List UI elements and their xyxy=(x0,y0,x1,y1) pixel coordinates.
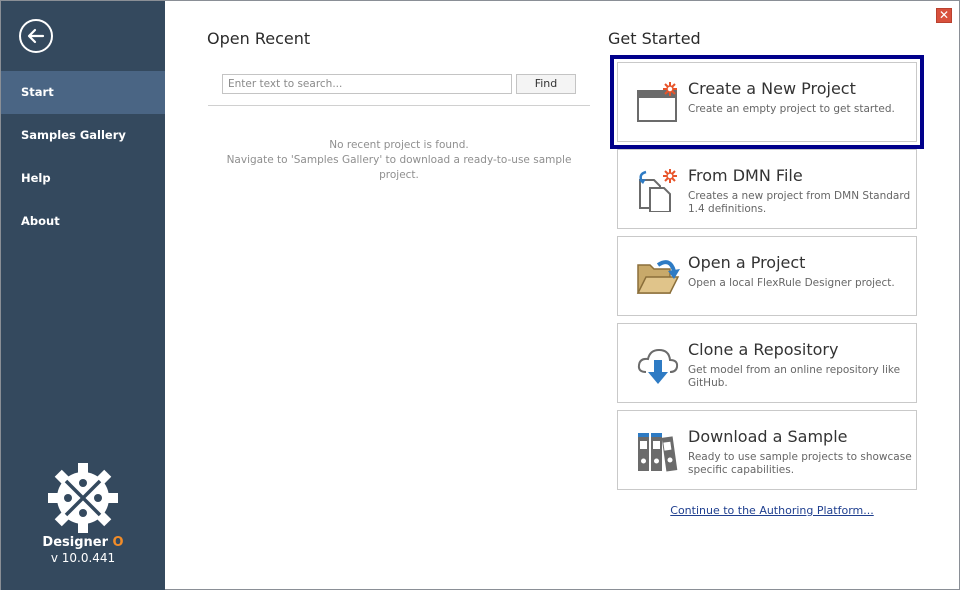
sidebar-item-start[interactable]: Start xyxy=(1,71,165,114)
card-title: From DMN File xyxy=(688,166,803,185)
card-title: Create a New Project xyxy=(688,79,856,98)
cloud-download-icon xyxy=(637,348,679,384)
card-description: Open a local FlexRule Designer project. xyxy=(688,277,895,289)
card-description: Create an empty project to get started. xyxy=(688,103,895,115)
find-button[interactable]: Find xyxy=(516,74,576,94)
continue-authoring-link[interactable]: Continue to the Authoring Platform... xyxy=(617,504,927,517)
from-dmn-file-card[interactable]: From DMN File Creates a new project from… xyxy=(617,149,917,229)
sidebar-item-samples-gallery[interactable]: Samples Gallery xyxy=(1,114,165,157)
card-description: Get model from an online repository like… xyxy=(688,364,901,389)
clone-repository-card[interactable]: Clone a Repository Get model from an onl… xyxy=(617,323,917,403)
divider xyxy=(208,105,590,106)
start-window: Start Samples Gallery Help About Designe… xyxy=(0,0,960,590)
card-description: Ready to use sample projects to showcase… xyxy=(688,451,912,476)
get-started-title: Get Started xyxy=(608,29,701,48)
binders-icon xyxy=(638,433,678,472)
brand: Designer O v 10.0.441 xyxy=(1,463,165,565)
sidebar-item-help[interactable]: Help xyxy=(1,157,165,200)
sidebar: Start Samples Gallery Help About Designe… xyxy=(1,1,165,590)
version-label: v 10.0.441 xyxy=(50,551,116,565)
card-title: Download a Sample xyxy=(688,427,848,446)
create-new-project-card[interactable]: Create a New Project Create an empty pro… xyxy=(610,55,924,149)
open-project-card[interactable]: Open a Project Open a local FlexRule Des… xyxy=(617,236,917,316)
back-arrow-icon[interactable] xyxy=(19,19,53,53)
dmn-file-icon xyxy=(639,169,677,212)
new-project-icon xyxy=(637,82,677,122)
card-description: Creates a new project from DMN Standard … xyxy=(688,190,911,215)
sidebar-nav: Start Samples Gallery Help About xyxy=(1,71,165,243)
empty-recent-message: No recent project is found. Navigate to … xyxy=(226,139,572,181)
brand-name: Designer O xyxy=(42,535,124,550)
card-title: Clone a Repository xyxy=(688,340,839,359)
sidebar-item-about[interactable]: About xyxy=(1,200,165,243)
card-title: Open a Project xyxy=(688,253,806,272)
open-folder-icon xyxy=(636,260,680,294)
open-recent-title: Open Recent xyxy=(207,29,311,48)
download-sample-card[interactable]: Download a Sample Ready to use sample pr… xyxy=(617,410,917,490)
search-input[interactable] xyxy=(222,74,512,94)
gear-logo-icon xyxy=(48,463,118,533)
close-icon[interactable]: ✕ xyxy=(936,8,952,23)
